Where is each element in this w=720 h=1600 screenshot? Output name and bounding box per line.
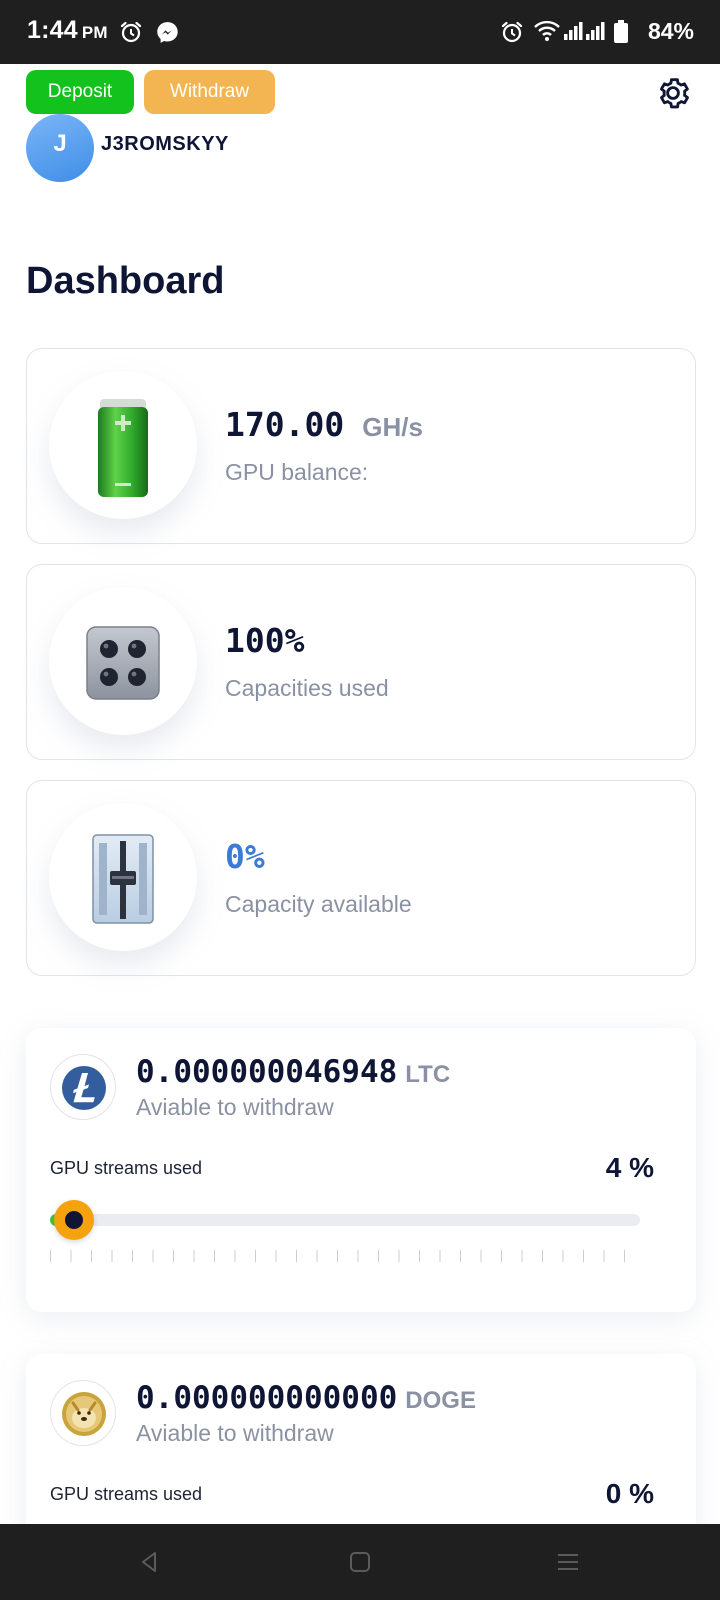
ltc-available-label: Aviable to withdraw [136,1094,334,1120]
status-time-ampm: PM [81,23,108,42]
status-time-value: 1:44 [27,16,78,44]
doge-ticker: DOGE [405,1387,476,1414]
home-icon[interactable] [344,1546,376,1578]
coin-logo [50,1054,116,1120]
ltc-ticker: LTC [405,1061,451,1088]
ltc-amount: 0.000000046948 LTC [136,1054,450,1090]
ltc-streams-value: 4 % [605,1152,654,1183]
alarm-icon [120,21,142,43]
ltc-card: 0.000000046948 LTC Aviable to withdraw GP… [26,1028,696,1312]
withdraw-button[interactable]: Withdraw [144,70,275,114]
status-bar: 1:44 PM 84% [0,0,720,64]
capacities-used-value: 100% [225,621,305,660]
ltc-amount-value: 0.000000046948 [136,1054,398,1090]
stat-icon-circle [49,371,197,519]
page-title: Dashboard [26,260,225,302]
capacity-available-card: 0% Capacity available [26,780,696,976]
ltc-streams-slider[interactable] [50,1200,640,1240]
capacities-used-label: Capacities used [225,675,389,701]
battery-percent: 84% [647,18,694,44]
messenger-icon [157,22,178,43]
doge-streams-label: GPU streams used [50,1484,203,1504]
recents-icon[interactable] [552,1546,584,1578]
capacity-available-value: 0% [225,837,265,876]
chip-icon [86,626,160,700]
gpu-balance-unit: GH/s [362,412,423,442]
alarm-icon [501,21,523,43]
doge-amount-value: 0.000000000000 [136,1380,398,1416]
capacities-used-card: 100% Capacities used [26,564,696,760]
avatar[interactable]: J [26,114,94,182]
gpu-balance-label: GPU balance: [225,459,369,485]
ltc-slider-thumb[interactable] [53,1200,94,1240]
doge-available-label: Aviable to withdraw [136,1420,334,1446]
back-icon[interactable] [133,1546,165,1578]
signal-icon [564,22,605,40]
slider-ticks [50,1250,640,1262]
gpu-balance-number: 170.00 [225,405,345,444]
doge-streams-value: 0 % [605,1478,654,1509]
gpu-balance-card: 170.00 GH/s GPU balance: [26,348,696,544]
stat-icon-circle [49,587,197,735]
stat-icon-circle [49,803,197,951]
status-time: 1:44 PM [27,16,108,45]
dogecoin-icon [62,1392,106,1436]
doge-amount: 0.000000000000 DOGE [136,1380,476,1416]
deposit-button[interactable]: Deposit [26,70,134,114]
battery-icon [614,20,628,43]
capacity-available-label: Capacity available [225,891,412,917]
username: J3ROMSKYY [101,133,229,155]
gpu-balance-value: 170.00 GH/s [225,405,423,444]
litecoin-icon [62,1066,106,1110]
battery-icon [98,399,148,497]
navigation-bar [0,1524,720,1600]
gear-icon[interactable] [654,74,692,112]
ltc-streams-label: GPU streams used [50,1158,203,1178]
fader-icon [92,834,154,924]
coin-logo [50,1380,116,1446]
wifi-icon [534,20,560,41]
